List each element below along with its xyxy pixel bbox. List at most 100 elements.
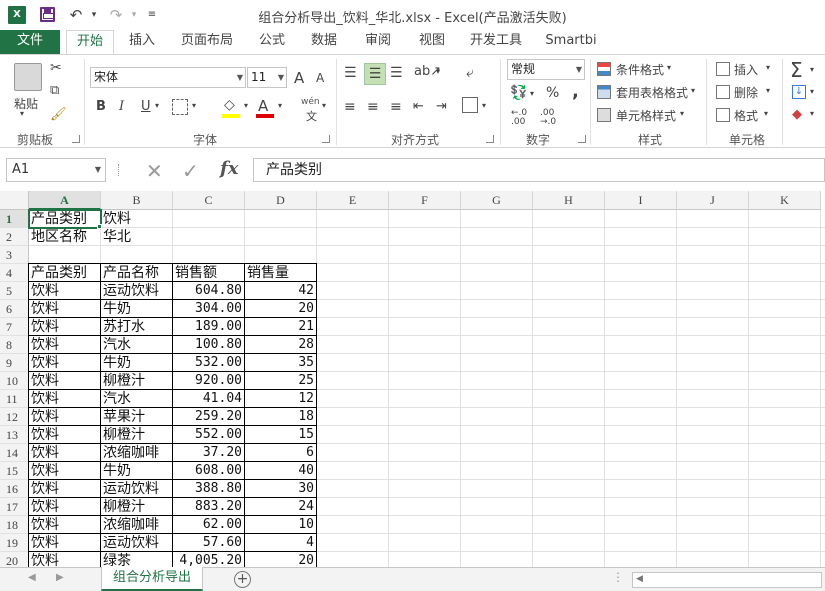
italic-button[interactable]: I (119, 99, 124, 114)
tab-page-layout[interactable]: 页面布局 (176, 30, 238, 54)
currency-dropdown-icon[interactable]: ▾ (530, 89, 534, 98)
font-launcher-icon[interactable] (322, 135, 330, 143)
cell[interactable]: 销售量 (245, 264, 317, 282)
cell[interactable]: 18 (245, 408, 317, 426)
scroll-sheets-right-icon[interactable]: ▶ (56, 572, 64, 583)
paste-button[interactable]: 粘贴 (14, 95, 44, 112)
cell[interactable]: 牛奶 (101, 462, 173, 480)
cell[interactable]: 28 (245, 336, 317, 354)
cell[interactable]: 42 (245, 282, 317, 300)
increase-indent-icon[interactable]: ⇥ (436, 99, 447, 114)
row-header[interactable]: 3 (0, 246, 29, 264)
cell[interactable]: 饮料 (29, 516, 101, 534)
underline-button[interactable]: U (141, 99, 151, 114)
tab-formulas[interactable]: 公式 (252, 30, 292, 54)
shrink-font-button[interactable]: A (316, 71, 324, 85)
row-header[interactable]: 15 (0, 462, 29, 480)
cell[interactable]: 运动饮料 (101, 534, 173, 552)
horizontal-scrollbar[interactable]: ◀ (632, 572, 822, 588)
column-header[interactable]: A (29, 191, 101, 210)
cell[interactable]: 35 (245, 354, 317, 372)
align-middle-icon[interactable]: ☰ (364, 63, 386, 85)
font-size-select[interactable]: 11 ▼ (247, 67, 287, 88)
currency-format-icon[interactable]: 💱 (510, 85, 527, 101)
delete-cells-button[interactable]: 删除 (734, 84, 758, 101)
fill-icon[interactable]: ↓ (792, 85, 806, 99)
cell[interactable]: 189.00 (173, 318, 245, 336)
cell[interactable]: 汽水 (101, 336, 173, 354)
scroll-left-icon[interactable]: ◀ (636, 574, 643, 584)
insert-function-button[interactable]: fx (220, 158, 238, 179)
cut-icon[interactable]: ✂ (50, 60, 62, 76)
cell[interactable]: 浓缩咖啡 (101, 444, 173, 462)
enter-icon[interactable]: ✓ (182, 159, 199, 183)
tab-smartbi[interactable]: Smartbi (540, 30, 602, 54)
column-header[interactable]: C (173, 191, 245, 210)
row-header[interactable]: 16 (0, 480, 29, 498)
row-header[interactable]: 13 (0, 426, 29, 444)
row-header[interactable]: 19 (0, 534, 29, 552)
cell[interactable]: 15 (245, 426, 317, 444)
cell[interactable]: 苏打水 (101, 318, 173, 336)
formula-input[interactable]: 产品类别 (253, 158, 825, 182)
paste-dropdown-icon[interactable]: ▾ (20, 109, 24, 118)
cell[interactable]: 饮料 (29, 336, 101, 354)
cell[interactable]: 388.80 (173, 480, 245, 498)
cell[interactable]: 62.00 (173, 516, 245, 534)
cell[interactable]: 21 (245, 318, 317, 336)
borders-dropdown-icon[interactable]: ▾ (192, 101, 196, 110)
cell[interactable]: 地区名称 (29, 228, 101, 246)
column-header[interactable]: H (533, 191, 605, 210)
worksheet-grid[interactable]: A B C D E F G H I J K 1 2 3 4 5 6 7 8 9 10 11 12 13 14 15 16 17 18 19… (0, 191, 825, 567)
cell[interactable]: 牛奶 (101, 300, 173, 318)
column-header[interactable]: E (317, 191, 389, 210)
cell[interactable]: 柳橙汁 (101, 372, 173, 390)
row-header[interactable]: 6 (0, 300, 29, 318)
tab-view[interactable]: 视图 (410, 30, 454, 54)
paste-icon[interactable] (14, 63, 42, 91)
column-header[interactable]: B (101, 191, 173, 210)
cell[interactable]: 4 (245, 534, 317, 552)
phonetic-guide-button[interactable]: wén (301, 97, 320, 107)
cell[interactable]: 6 (245, 444, 317, 462)
format-as-table-button[interactable]: 套用表格格式 (616, 84, 688, 101)
autosum-icon[interactable]: Σ (790, 58, 803, 82)
row-header[interactable]: 1 (0, 210, 29, 228)
cell[interactable]: 25 (245, 372, 317, 390)
cell[interactable]: 30 (245, 480, 317, 498)
fill-color-icon[interactable]: ◇ (224, 97, 235, 113)
row-header[interactable]: 4 (0, 264, 29, 282)
row-header[interactable]: 5 (0, 282, 29, 300)
orientation-dropdown-icon[interactable]: ▾ (436, 67, 440, 76)
sheet-tab[interactable]: 组合分析导出 (101, 567, 203, 591)
cell[interactable]: 苹果汁 (101, 408, 173, 426)
align-top-icon[interactable]: ☰ (344, 65, 357, 81)
conditional-formatting-button[interactable]: 条件格式 (616, 61, 664, 78)
font-color-dropdown-icon[interactable]: ▾ (278, 101, 282, 110)
number-launcher-icon[interactable] (578, 135, 586, 143)
cell[interactable]: 绿茶 (101, 552, 173, 567)
row-header[interactable]: 11 (0, 390, 29, 408)
cell[interactable]: 40 (245, 462, 317, 480)
cell[interactable]: 柳橙汁 (101, 498, 173, 516)
wrap-text-icon[interactable]: ⤶ (466, 65, 474, 81)
cancel-icon[interactable]: ✕ (146, 159, 163, 183)
tab-file[interactable]: 文件 (0, 30, 60, 54)
cell[interactable]: 汽水 (101, 390, 173, 408)
font-name-select[interactable]: 宋体 ▼ (90, 67, 246, 88)
cell[interactable]: 259.20 (173, 408, 245, 426)
align-center-icon[interactable]: ≡ (367, 99, 379, 115)
cell[interactable]: 920.00 (173, 372, 245, 390)
comma-style-button[interactable]: , (572, 81, 579, 102)
cell[interactable]: 华北 (101, 228, 173, 246)
cell[interactable]: 41.04 (173, 390, 245, 408)
align-left-icon[interactable]: ≡ (344, 99, 356, 115)
cell[interactable]: 24 (245, 498, 317, 516)
underline-dropdown-icon[interactable]: ▾ (155, 101, 159, 110)
tab-review[interactable]: 审阅 (356, 30, 400, 54)
cell[interactable]: 饮料 (29, 390, 101, 408)
tab-insert[interactable]: 插入 (120, 30, 164, 54)
column-header[interactable]: J (677, 191, 749, 210)
cell[interactable]: 销售额 (173, 264, 245, 282)
cell[interactable]: 57.60 (173, 534, 245, 552)
